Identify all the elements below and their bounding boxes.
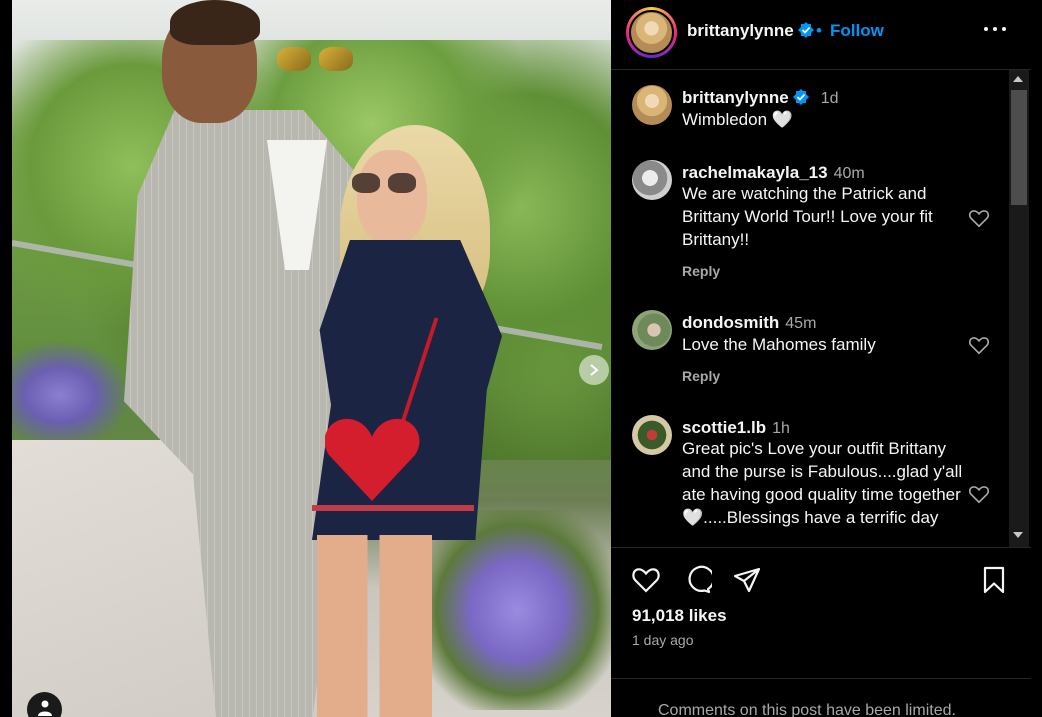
comment-text: Great pic's Love your outfit Brittany an… [682,439,963,527]
header-separator: • [816,21,822,40]
comment-text: Love the Mahomes family [682,335,876,354]
verified-badge-icon [797,22,814,38]
scroll-up-arrow[interactable] [1013,76,1023,82]
verified-badge-icon [792,89,809,105]
follow-button[interactable]: Follow [830,21,884,41]
post-timestamp[interactable]: 1 day ago [632,632,694,648]
reply-button[interactable]: Reply [682,263,720,279]
share-icon[interactable] [732,565,762,595]
comment-avatar[interactable] [632,415,672,455]
comment-avatar[interactable] [632,310,672,350]
comments-limited-notice: Comments on this post have been limited. [658,702,956,717]
chevron-right-icon [590,364,599,376]
comment-text: We are watching the Patrick and Brittany… [682,184,933,249]
photo-flowers-right [422,510,611,710]
caption-text: Wimbledon 🤍 [682,110,793,129]
comment-username[interactable]: dondosmith 45m [682,313,816,333]
comment-time: 40m [833,165,865,182]
left-gutter [0,0,12,717]
next-photo-button[interactable] [579,355,609,385]
photo-woman-face [357,150,427,245]
scrollbar-thumb[interactable] [1011,90,1027,205]
more-options-icon[interactable] [984,18,1006,40]
photo-man-sunglasses [277,47,355,71]
photo-man-hair [170,0,260,45]
comment-time: 1h [772,420,790,437]
caption-avatar[interactable] [632,85,672,125]
post-header: brittanylynne • Follow [611,0,1031,70]
scroll-down-arrow[interactable] [1013,532,1023,538]
comment-username[interactable]: scottie1.lb 1h [682,418,790,438]
caption-time: 1d [820,90,839,107]
post-photo [12,0,611,717]
user-tag-icon [37,700,52,716]
reply-button[interactable]: Reply [682,368,720,384]
comments-list: brittanylynne 1d Wimbledon 🤍 rachelmakayl… [611,70,1031,547]
comment-username[interactable]: rachelmakayla_13 40m [682,163,865,183]
likes-count[interactable]: 91,018 likes [632,606,727,626]
divider [611,678,1031,679]
comment-time: 45m [785,315,817,332]
comment-icon[interactable] [682,565,712,595]
post-details-panel: brittanylynne • Follow brittanylynne 1d W… [611,0,1031,717]
comment-avatar[interactable] [632,160,672,200]
heart-icon[interactable] [968,334,990,356]
photo-dress-stripe [312,505,474,511]
photo-flowers-left [12,340,132,450]
bookmark-icon[interactable] [979,565,1009,595]
author-avatar[interactable] [626,7,677,58]
heart-icon[interactable] [968,207,990,229]
right-edge [1031,0,1042,717]
author-username[interactable]: brittanylynne [687,21,814,41]
heart-icon[interactable] [968,483,990,505]
caption-username[interactable]: brittanylynne 1d [682,88,839,108]
photo-woman-legs [317,535,437,717]
photo-woman-dress [312,240,502,540]
photo-woman-sunglasses [352,173,418,193]
heart-icon[interactable] [631,565,661,595]
